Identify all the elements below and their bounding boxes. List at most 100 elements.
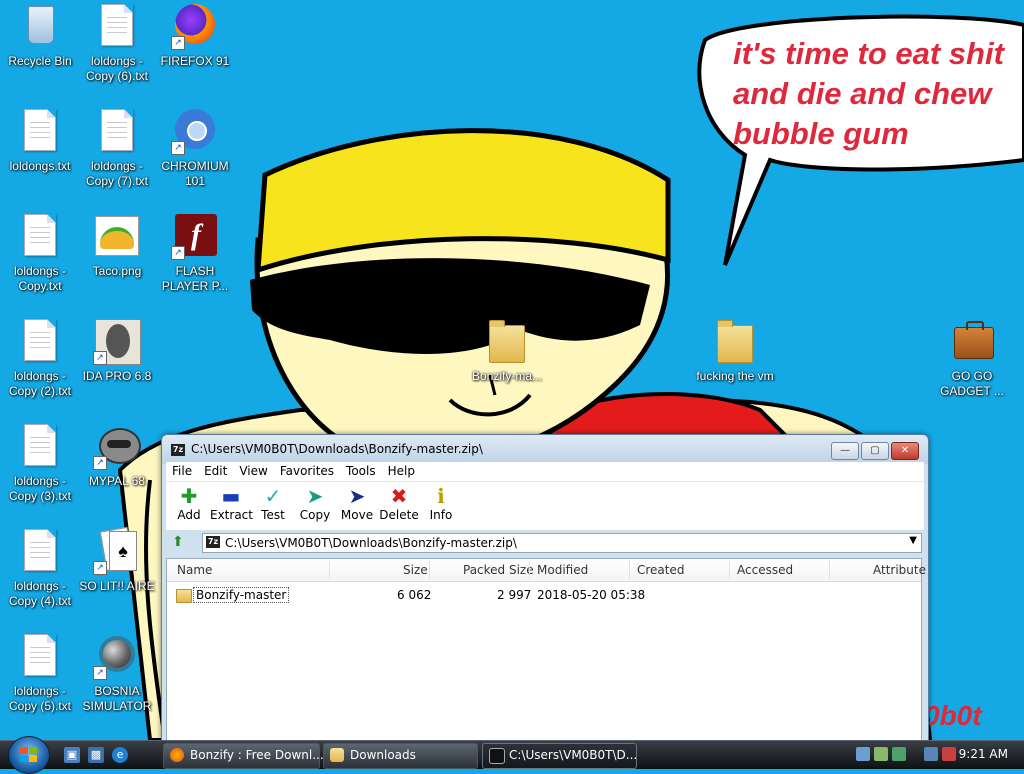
desktop-icon[interactable]: ↗ MYPAL 68 xyxy=(77,422,157,489)
desktop-icon[interactable]: GO GO GADGET ... xyxy=(932,317,1012,399)
desktop-icon-label: loldongs - Copy (5).txt xyxy=(8,684,71,713)
start-button[interactable] xyxy=(8,736,50,774)
column-name[interactable]: Name xyxy=(177,563,212,577)
internet-explorer-icon[interactable]: e xyxy=(112,747,128,763)
switch-windows-icon[interactable]: ▩ xyxy=(88,747,104,763)
desktop-icon[interactable]: Taco.png xyxy=(77,212,157,279)
up-folder-button[interactable]: ⬆ xyxy=(172,534,188,550)
task-firefox[interactable]: Bonzify : Free Downl... xyxy=(163,743,324,769)
extract-button[interactable]: ▬ Extract xyxy=(210,484,253,522)
table-row[interactable]: Bonzify-master 6 062 2 997 2018-05-20 05… xyxy=(167,586,921,604)
text-file-icon xyxy=(16,107,64,155)
copy-button[interactable]: ➤ Copy xyxy=(294,485,336,522)
show-desktop-icon[interactable]: ▣ xyxy=(64,747,80,763)
7zip-icon xyxy=(489,748,505,764)
menu-help[interactable]: Help xyxy=(382,462,421,478)
chevron-down-icon[interactable]: ▼ xyxy=(909,535,917,546)
test-button[interactable]: ✓ Test xyxy=(252,485,294,522)
desktop-icon[interactable]: loldongs - Copy (5).txt xyxy=(0,632,80,714)
menu-file[interactable]: File xyxy=(166,462,198,478)
move-button[interactable]: ➤ Move xyxy=(336,485,378,522)
info-button[interactable]: ℹ Info xyxy=(420,485,462,522)
desktop-icon[interactable]: loldongs - Copy (3).txt xyxy=(0,422,80,504)
menu-tools[interactable]: Tools xyxy=(340,462,382,478)
desktop-icon[interactable]: loldongs - Copy.txt xyxy=(0,212,80,294)
maximize-button[interactable]: ▢ xyxy=(861,442,889,460)
column-attributes[interactable]: Attribute xyxy=(873,563,926,577)
taskbar-clock[interactable]: 9:21 AM xyxy=(959,747,1008,761)
shortcut-arrow-icon: ↗ xyxy=(171,246,185,260)
recycle-bin-icon xyxy=(16,2,64,50)
column-accessed[interactable]: Accessed xyxy=(737,563,793,577)
column-size[interactable]: Size xyxy=(403,563,428,577)
window-titlebar[interactable]: 7z C:\Users\VM0B0T\Downloads\Bonzify-mas… xyxy=(162,435,928,464)
windows-logo-icon xyxy=(20,747,38,763)
tray-display-icon[interactable] xyxy=(924,747,938,761)
column-packed-size[interactable]: Packed Size xyxy=(463,563,534,577)
desktop-icon-label: Taco.png xyxy=(92,264,142,278)
desktop-icon[interactable]: ↗ BOSNIA SIMULATOR xyxy=(77,632,157,714)
tray-network-icon[interactable] xyxy=(856,747,870,761)
desktop-icon[interactable]: ↗ CHROMIUM 101 xyxy=(155,107,235,189)
desktop-icon-label: fucking the vm xyxy=(696,369,774,383)
desktop-icon[interactable]: ♠ ↗ SO LIT!! AIRE xyxy=(77,526,157,594)
menu-edit[interactable]: Edit xyxy=(198,462,233,478)
column-modified[interactable]: Modified xyxy=(537,563,588,577)
desktop-icon[interactable]: Bonzify-ma... xyxy=(467,317,547,384)
desktop-icon[interactable]: f ↗ FLASH PLAYER P... xyxy=(155,212,235,294)
tray-app-icon[interactable] xyxy=(874,747,888,761)
text-file-icon xyxy=(93,107,141,155)
window-title: C:\Users\VM0B0T\Downloads\Bonzify-master… xyxy=(191,442,483,456)
desktop-icon-label: MYPAL 68 xyxy=(88,474,146,488)
address-field[interactable]: 7z C:\Users\VM0B0T\Downloads\Bonzify-mas… xyxy=(202,533,922,553)
column-created[interactable]: Created xyxy=(637,563,685,577)
speech-bubble-text: it's time to eat shit and die and chew b… xyxy=(733,36,1004,151)
toolbar-label: Info xyxy=(429,508,453,522)
task-downloads[interactable]: Downloads xyxy=(323,743,478,769)
tray-volume-muted-icon[interactable] xyxy=(942,747,956,761)
tray-safely-remove-icon[interactable] xyxy=(892,747,906,761)
address-path: C:\Users\VM0B0T\Downloads\Bonzify-master… xyxy=(225,536,517,550)
file-list[interactable]: Name Size Packed Size Modified Created A… xyxy=(166,558,926,741)
close-button[interactable]: ✕ xyxy=(891,442,919,460)
mypal-raccoon-icon: ↗ xyxy=(93,422,141,470)
folder-icon xyxy=(483,317,531,365)
toolbar-label: Copy xyxy=(299,508,331,522)
desktop-icon[interactable]: loldongs - Copy (7).txt xyxy=(77,107,157,189)
menu-view[interactable]: View xyxy=(233,462,273,478)
desktop-icon-label: loldongs - Copy (4).txt xyxy=(8,579,71,608)
address-bar: ⬆ 7z C:\Users\VM0B0T\Downloads\Bonzify-m… xyxy=(166,532,924,554)
shortcut-arrow-icon: ↗ xyxy=(93,666,107,680)
menu-bar: File Edit View Favorites Tools Help xyxy=(166,462,924,481)
task-7zip[interactable]: C:\Users\VM0B0T\D... xyxy=(482,743,637,769)
toolbar-label: Move xyxy=(340,508,374,522)
desktop-icon[interactable]: fucking the vm xyxy=(695,317,775,384)
briefcase-icon xyxy=(948,317,996,365)
desktop-icon-label: Bonzify-ma... xyxy=(471,369,543,383)
desktop-icon-label: loldongs - Copy.txt xyxy=(13,264,67,293)
add-button[interactable]: ✚ Add xyxy=(168,485,210,522)
extract-minus-icon: ▬ xyxy=(221,484,241,508)
desktop-icon-label: Recycle Bin xyxy=(8,54,72,68)
desktop-icon[interactable]: Recycle Bin xyxy=(0,2,80,69)
desktop-icon[interactable]: ↗ IDA PRO 6.8 xyxy=(77,317,157,384)
desktop-icon[interactable]: loldongs - Copy (2).txt xyxy=(0,317,80,399)
desktop-icon[interactable]: loldongs.txt xyxy=(0,107,80,174)
desktop-icon-label: loldongs - Copy (3).txt xyxy=(8,474,71,503)
move-arrow-icon: ➤ xyxy=(348,484,366,508)
menu-favorites[interactable]: Favorites xyxy=(274,462,340,478)
desktop-icon-label: loldongs.txt xyxy=(9,159,71,173)
desktop-icon[interactable]: loldongs - Copy (6).txt xyxy=(77,2,157,84)
toolbar: ✚ Add ▬ Extract ✓ Test ➤ Copy ➤ Move ✖ D… xyxy=(166,481,924,530)
text-file-icon xyxy=(16,422,64,470)
test-check-icon: ✓ xyxy=(264,484,282,508)
desktop-icon[interactable]: ↗ FIREFOX 91 xyxy=(155,2,235,69)
minesweeper-icon: ↗ xyxy=(93,632,141,680)
desktop-icon-label: loldongs - Copy (6).txt xyxy=(85,54,148,83)
desktop-icon[interactable]: loldongs - Copy (4).txt xyxy=(0,527,80,609)
toolbar-label: Delete xyxy=(379,508,419,522)
minimize-button[interactable]: — xyxy=(831,442,859,460)
desktop-icon-label: GO GO GADGET ... xyxy=(940,369,1004,398)
desktop-icon-label: SO LIT!! AIRE xyxy=(79,579,155,593)
delete-button[interactable]: ✖ Delete xyxy=(378,485,420,522)
